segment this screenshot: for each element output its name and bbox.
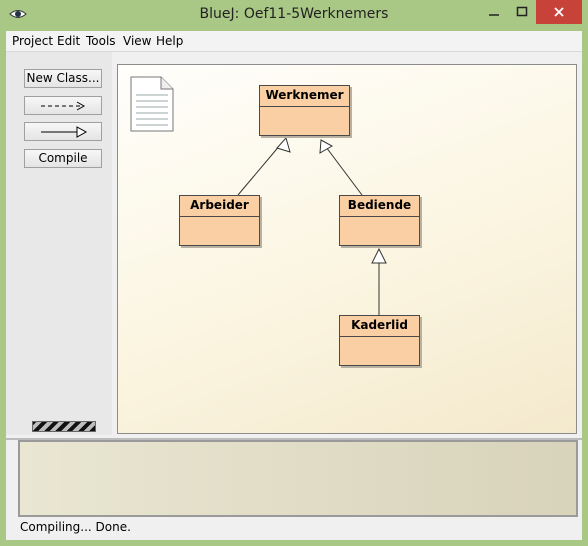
message-panel xyxy=(18,440,578,517)
bluej-window: BlueJ: Oef11-5Werknemers Project Edit To… xyxy=(0,0,588,546)
status-bar-text: Compiling... Done. xyxy=(20,520,131,534)
class-name: Werknemer xyxy=(260,86,349,107)
class-name: Arbeider xyxy=(180,196,259,217)
new-class-button[interactable]: New Class... xyxy=(24,69,102,88)
menu-view[interactable]: View xyxy=(123,34,151,48)
menu-tools[interactable]: Tools xyxy=(86,34,116,48)
solid-arrow-icon xyxy=(41,126,88,138)
close-icon xyxy=(554,7,564,17)
maximize-button[interactable] xyxy=(508,0,536,24)
class-kaderlid[interactable]: Kaderlid xyxy=(339,315,420,366)
menu-bar: Project Edit Tools View Help xyxy=(6,31,582,52)
menu-edit[interactable]: Edit xyxy=(57,34,80,48)
compile-button[interactable]: Compile xyxy=(24,149,102,168)
progress-indicator xyxy=(32,421,96,432)
inherit-arrowhead xyxy=(276,136,291,153)
class-werknemer[interactable]: Werknemer xyxy=(259,85,350,136)
close-button[interactable] xyxy=(536,0,582,24)
menu-project[interactable]: Project xyxy=(12,34,53,48)
inherits-arrow-button[interactable] xyxy=(24,122,102,141)
class-name: Kaderlid xyxy=(340,316,419,337)
class-arbeider[interactable]: Arbeider xyxy=(179,195,260,246)
class-diagram-canvas[interactable]: Werknemer Arbeider Bediende Kaderlid xyxy=(117,64,577,434)
inherit-arrowhead xyxy=(319,139,334,154)
menu-help[interactable]: Help xyxy=(156,34,183,48)
inherit-arrowhead xyxy=(371,247,387,264)
main-panel: Project Edit Tools View Help New Class..… xyxy=(6,31,582,540)
readme-document-icon[interactable] xyxy=(129,75,175,133)
dashed-arrow-icon xyxy=(41,101,86,111)
class-bediende[interactable]: Bediende xyxy=(339,195,420,246)
minimize-icon xyxy=(489,14,499,16)
minimize-button[interactable] xyxy=(480,0,508,24)
title-bar: BlueJ: Oef11-5Werknemers xyxy=(0,0,588,30)
maximize-icon xyxy=(516,6,528,17)
uses-arrow-button[interactable] xyxy=(24,96,102,115)
class-name: Bediende xyxy=(340,196,419,217)
